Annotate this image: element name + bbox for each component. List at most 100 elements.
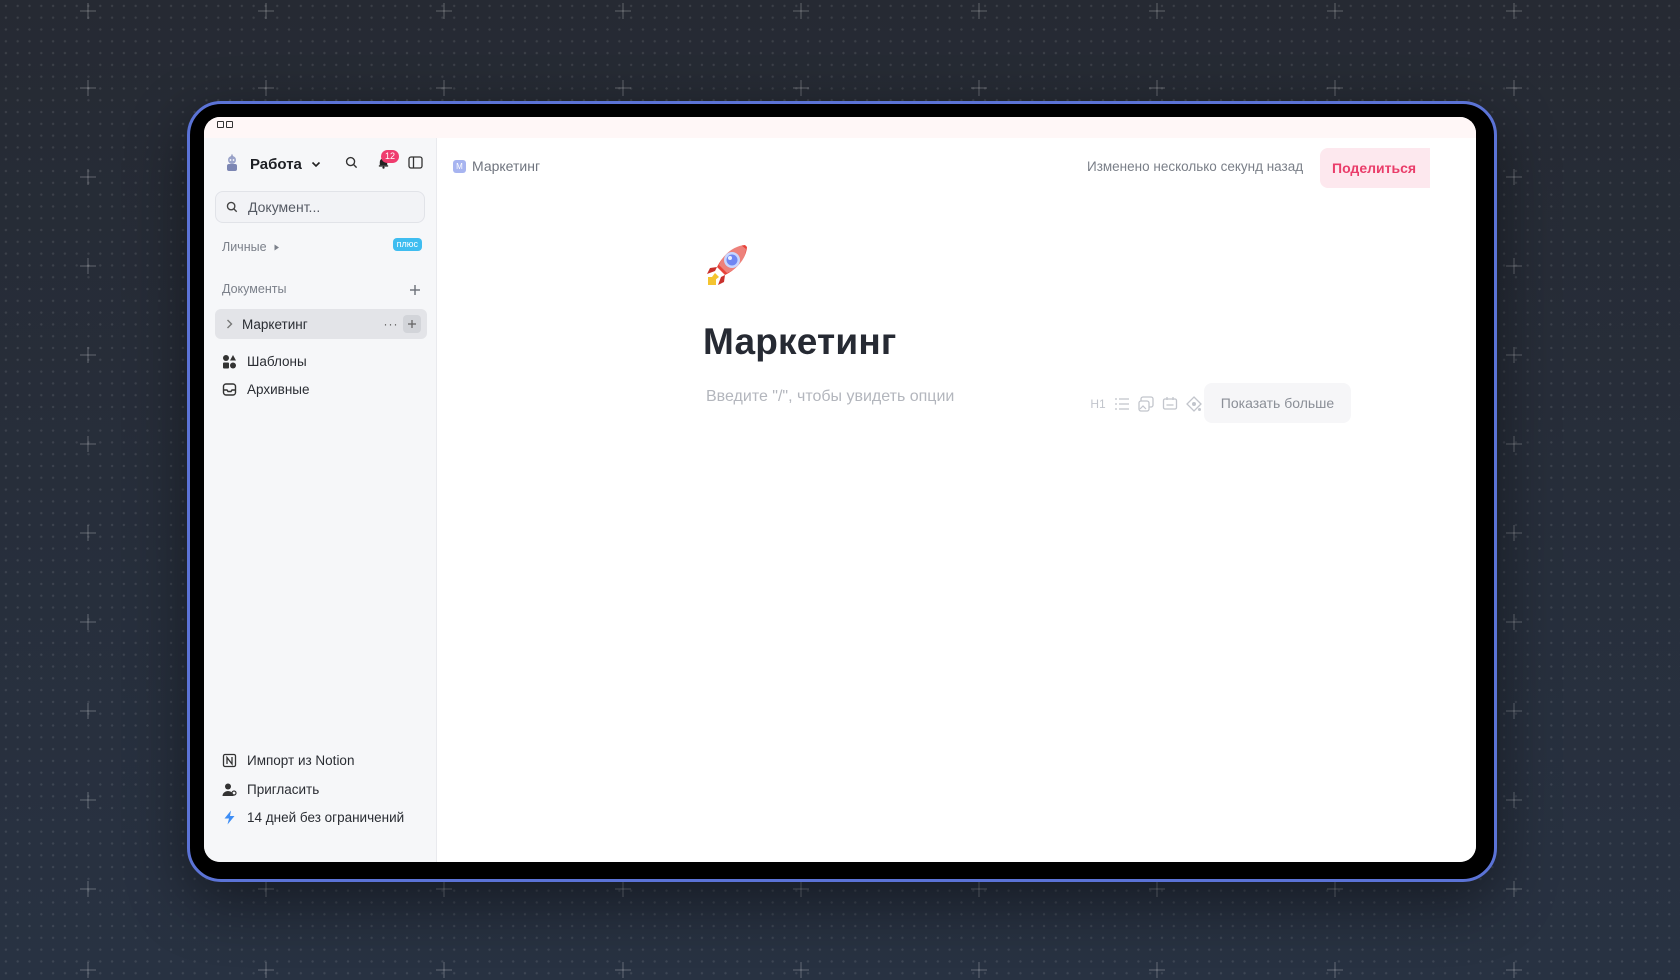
background-plus-mark: [1327, 80, 1343, 96]
breadcrumb[interactable]: М Маркетинг: [453, 158, 540, 174]
background-plus-mark: [80, 703, 96, 719]
background-plus-mark: [436, 80, 452, 96]
section-personal[interactable]: Личные: [222, 240, 280, 254]
search-input[interactable]: [246, 198, 410, 216]
lightning-bolt-icon: [224, 810, 235, 825]
background-plus-mark: [1149, 80, 1165, 96]
image-icon[interactable]: [1137, 395, 1155, 413]
background-plus-mark: [1506, 80, 1522, 96]
more-options-icon[interactable]: ···: [383, 317, 399, 331]
app-window: Работа 12 Личные плюс Документы: [204, 117, 1476, 862]
notifications-bell-icon[interactable]: 12: [374, 150, 400, 171]
rocket-emoji-icon[interactable]: [705, 241, 751, 287]
caret-right-icon: [274, 244, 279, 250]
search-field[interactable]: [215, 191, 425, 223]
sidebar-item-archived[interactable]: Архивные: [222, 382, 310, 397]
background-plus-mark: [258, 80, 274, 96]
trial-label: 14 дней без ограничений: [247, 810, 405, 825]
notion-logo-icon: [222, 753, 237, 768]
background-plus-mark: [1327, 881, 1343, 897]
background-plus-mark: [258, 3, 274, 19]
search-icon: [226, 201, 238, 213]
background-plus-mark: [1149, 881, 1165, 897]
background-plus-mark: [1506, 258, 1522, 274]
background-plus-mark: [1506, 962, 1522, 978]
sidebar: Работа 12 Личные плюс Документы: [204, 138, 437, 862]
trial-upgrade-button[interactable]: 14 дней без ограничений: [222, 810, 404, 825]
background-plus-mark: [971, 80, 987, 96]
template-icon[interactable]: [1185, 395, 1203, 413]
background-plus-mark: [1506, 3, 1522, 19]
background-plus-mark: [436, 3, 452, 19]
plus-plan-badge: плюс: [392, 238, 422, 251]
background-plus-mark: [80, 614, 96, 630]
chevron-right-icon[interactable]: [225, 319, 234, 329]
background-plus-mark: [1506, 792, 1522, 808]
window-tabs-icon[interactable]: [217, 121, 233, 128]
background-plus-mark: [1506, 436, 1522, 452]
share-button[interactable]: Поделиться: [1320, 148, 1430, 188]
background-plus-mark: [1506, 347, 1522, 363]
sidebar-item-marketing[interactable]: Маркетинг ···: [215, 309, 427, 339]
background-plus-mark: [80, 3, 96, 19]
background-plus-mark: [971, 881, 987, 897]
import-notion-label: Импорт из Notion: [247, 753, 355, 768]
heading-1-icon[interactable]: H1: [1089, 395, 1107, 413]
embed-icon[interactable]: [1161, 395, 1179, 413]
section-personal-label: Личные: [222, 240, 267, 254]
main-content: М Маркетинг Изменено несколько секунд на…: [437, 138, 1476, 862]
sidebar-item-label: Шаблоны: [247, 354, 307, 369]
templates-shapes-icon: [223, 355, 236, 369]
workspace-switcher[interactable]: Работа: [222, 152, 322, 176]
background-plus-mark: [80, 80, 96, 96]
background-plus-mark: [258, 962, 274, 978]
background-plus-mark: [436, 881, 452, 897]
background-plus-mark: [793, 962, 809, 978]
background-plus-mark: [971, 3, 987, 19]
invite-user-icon: [222, 783, 237, 796]
search-icon[interactable]: [342, 153, 360, 171]
background-plus-mark: [80, 962, 96, 978]
sidebar-item-templates[interactable]: Шаблоны: [222, 354, 307, 369]
toggle-sidebar-icon[interactable]: [406, 153, 424, 171]
show-more-button[interactable]: Показать больше: [1204, 383, 1351, 423]
background-plus-mark: [1506, 703, 1522, 719]
workspace-logo-icon: [227, 154, 237, 171]
background-plus-mark: [80, 169, 96, 185]
background-plus-mark: [80, 792, 96, 808]
background-plus-mark: [793, 881, 809, 897]
background-plus-mark: [80, 258, 96, 274]
breadcrumb-label: Маркетинг: [472, 158, 541, 174]
editor-placeholder[interactable]: Введите "/", чтобы увидеть опции: [706, 388, 954, 406]
background-plus-mark: [1327, 3, 1343, 19]
block-toolbar: H1: [1089, 395, 1203, 413]
background-plus-mark: [1506, 169, 1522, 185]
background-plus-mark: [1506, 881, 1522, 897]
document-icon: М: [453, 159, 466, 173]
sidebar-item-label: Маркетинг: [242, 316, 308, 332]
chevron-down-icon: [311, 161, 320, 168]
list-icon[interactable]: [1113, 395, 1131, 413]
invite-label: Пригласить: [247, 782, 320, 797]
background-plus-mark: [1327, 962, 1343, 978]
section-documents: Документы: [222, 282, 286, 296]
background-plus-mark: [258, 881, 274, 897]
background-plus-mark: [793, 80, 809, 96]
background-plus-mark: [1506, 525, 1522, 541]
import-notion-button[interactable]: Импорт из Notion: [222, 753, 354, 768]
add-subdocument-plus-icon[interactable]: [403, 315, 421, 333]
invite-button[interactable]: Пригласить: [222, 782, 319, 797]
background-plus-mark: [615, 962, 631, 978]
background-plus-mark: [80, 347, 96, 363]
background-plus-mark: [80, 525, 96, 541]
document-title[interactable]: Маркетинг: [703, 321, 897, 363]
last-modified-status: Изменено несколько секунд назад: [1087, 159, 1304, 174]
background-plus-mark: [80, 436, 96, 452]
background-plus-mark: [971, 962, 987, 978]
add-document-plus-icon[interactable]: [408, 283, 422, 297]
background-plus-mark: [615, 3, 631, 19]
notifications-count-badge: 12: [381, 150, 400, 163]
background-plus-mark: [1506, 614, 1522, 630]
background-plus-mark: [793, 3, 809, 19]
background-plus-mark: [1149, 3, 1165, 19]
